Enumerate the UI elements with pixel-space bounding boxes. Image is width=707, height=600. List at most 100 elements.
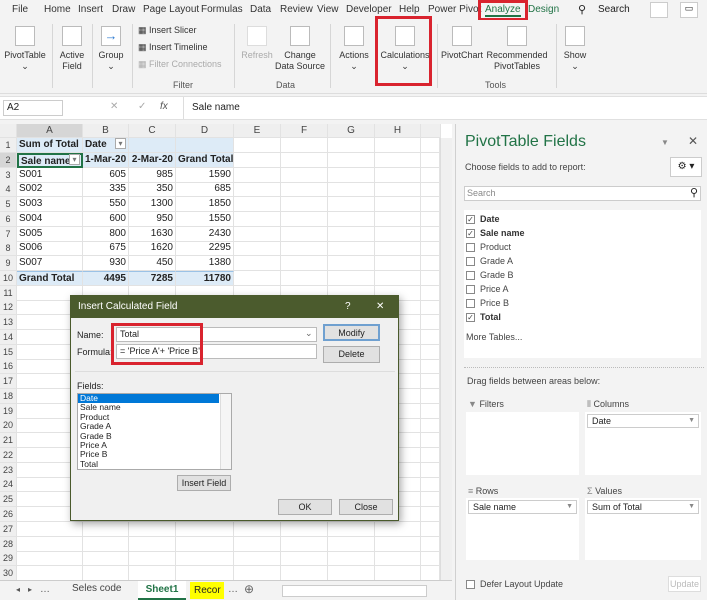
- cell[interactable]: [281, 551, 328, 567]
- cell[interactable]: [83, 566, 129, 580]
- refresh-button[interactable]: Refresh: [240, 26, 274, 61]
- cell[interactable]: [234, 167, 281, 183]
- cell[interactable]: [421, 566, 440, 580]
- row-header-9[interactable]: 9: [0, 256, 17, 272]
- active-field-button[interactable]: Active Field: [54, 26, 90, 72]
- pivot-cell[interactable]: 2430: [176, 226, 234, 242]
- cell[interactable]: [281, 138, 328, 153]
- insert-slicer-button[interactable]: ▦ Insert Slicer: [138, 25, 197, 36]
- pivot-cell[interactable]: 1300: [129, 197, 176, 213]
- column-header-A[interactable]: A: [17, 124, 83, 138]
- share-icon[interactable]: [650, 2, 668, 18]
- cell[interactable]: [375, 152, 421, 168]
- scroll-right-icon[interactable]: ▸: [28, 585, 32, 594]
- pivot-cell[interactable]: S004: [17, 211, 83, 227]
- cell[interactable]: [375, 197, 421, 213]
- ok-button[interactable]: OK: [278, 499, 332, 515]
- cell[interactable]: [375, 182, 421, 198]
- cell[interactable]: [421, 536, 440, 552]
- row-header-11[interactable]: 11: [0, 285, 17, 301]
- tab-file[interactable]: File: [12, 4, 28, 15]
- columns-area[interactable]: Date ▼: [585, 412, 701, 475]
- values-area[interactable]: Sum of Total ▼: [585, 498, 701, 560]
- tab-draw[interactable]: Draw: [112, 4, 135, 15]
- cell[interactable]: [328, 197, 375, 213]
- cell[interactable]: [234, 152, 281, 168]
- pivot-cell[interactable]: 1-Mar-20: [83, 152, 129, 168]
- tab-design[interactable]: Design: [528, 4, 559, 15]
- vertical-scrollbar[interactable]: [440, 138, 452, 580]
- cell[interactable]: [281, 270, 328, 286]
- row-header-17[interactable]: 17: [0, 374, 17, 390]
- scroll-left-icon[interactable]: ◂: [16, 585, 20, 594]
- cell[interactable]: [129, 138, 176, 153]
- field-checkbox-price-b[interactable]: Price B: [466, 298, 509, 310]
- cell[interactable]: [17, 536, 83, 552]
- cell[interactable]: [234, 566, 281, 580]
- pivot-cell[interactable]: 800: [83, 226, 129, 242]
- pivot-cell[interactable]: Sum of Total: [17, 138, 83, 153]
- row-header-21[interactable]: 21: [0, 433, 17, 449]
- tab-formulas[interactable]: Formulas: [201, 4, 243, 15]
- cell[interactable]: [83, 536, 129, 552]
- row-header-15[interactable]: 15: [0, 344, 17, 360]
- pivot-cell[interactable]: 685: [176, 182, 234, 198]
- tab-insert[interactable]: Insert: [78, 4, 103, 15]
- cell[interactable]: [234, 241, 281, 257]
- column-header-F[interactable]: F: [281, 124, 328, 138]
- cell[interactable]: [234, 521, 281, 537]
- cell[interactable]: [375, 551, 421, 567]
- cell[interactable]: [176, 521, 234, 537]
- horizontal-scrollbar[interactable]: [282, 585, 427, 597]
- change-data-source-button[interactable]: Change Data Source: [274, 26, 326, 72]
- cell[interactable]: [129, 536, 176, 552]
- cell[interactable]: [421, 433, 440, 449]
- cell[interactable]: [234, 536, 281, 552]
- add-sheet-icon[interactable]: ⊕: [244, 582, 254, 596]
- cell[interactable]: [421, 403, 440, 419]
- rows-area[interactable]: Sale name ▼: [466, 498, 579, 560]
- filters-area[interactable]: [466, 412, 579, 475]
- cell[interactable]: [421, 329, 440, 345]
- cell[interactable]: [375, 226, 421, 242]
- cell[interactable]: [234, 197, 281, 213]
- chevron-down-icon[interactable]: ⌄: [305, 328, 313, 339]
- cell[interactable]: [328, 182, 375, 198]
- cell[interactable]: [176, 536, 234, 552]
- cell[interactable]: [234, 256, 281, 272]
- pivot-cell[interactable]: 1620: [129, 241, 176, 257]
- column-header-B[interactable]: B: [83, 124, 129, 138]
- cell[interactable]: [421, 315, 440, 331]
- cell[interactable]: [328, 566, 375, 580]
- pivottable-button[interactable]: PivotTable ⌄: [2, 26, 48, 72]
- cell[interactable]: [421, 521, 440, 537]
- pivot-cell[interactable]: S003: [17, 197, 83, 213]
- cell[interactable]: [83, 551, 129, 567]
- cell[interactable]: [328, 226, 375, 242]
- field-checkbox-price-a[interactable]: Price A: [466, 284, 509, 296]
- group-button[interactable]: → Group ⌄: [94, 26, 128, 72]
- cell[interactable]: [421, 359, 440, 375]
- cell[interactable]: [83, 521, 129, 537]
- pivot-cell[interactable]: 985: [129, 167, 176, 183]
- row-header-7[interactable]: 7: [0, 226, 17, 242]
- tab-view[interactable]: View: [317, 4, 339, 15]
- tab-help[interactable]: Help: [399, 4, 420, 15]
- search-icon[interactable]: ⚲: [578, 3, 586, 16]
- cell[interactable]: [421, 241, 440, 257]
- pivot-cell[interactable]: 11780: [176, 270, 234, 286]
- pivot-cell[interactable]: 450: [129, 256, 176, 272]
- pivot-cell[interactable]: 1850: [176, 197, 234, 213]
- tab-page-layout[interactable]: Page Layout: [143, 4, 199, 15]
- cell[interactable]: [421, 167, 440, 183]
- cell[interactable]: [129, 566, 176, 580]
- search-box[interactable]: Search: [598, 4, 630, 15]
- checkbox[interactable]: [466, 285, 475, 295]
- cell[interactable]: [375, 270, 421, 286]
- checkbox[interactable]: ✓: [466, 313, 475, 323]
- pivot-cell[interactable]: 675: [83, 241, 129, 257]
- pivot-cell[interactable]: 1630: [129, 226, 176, 242]
- row-header-30[interactable]: 30: [0, 566, 17, 580]
- cell[interactable]: [17, 566, 83, 580]
- cell[interactable]: [375, 211, 421, 227]
